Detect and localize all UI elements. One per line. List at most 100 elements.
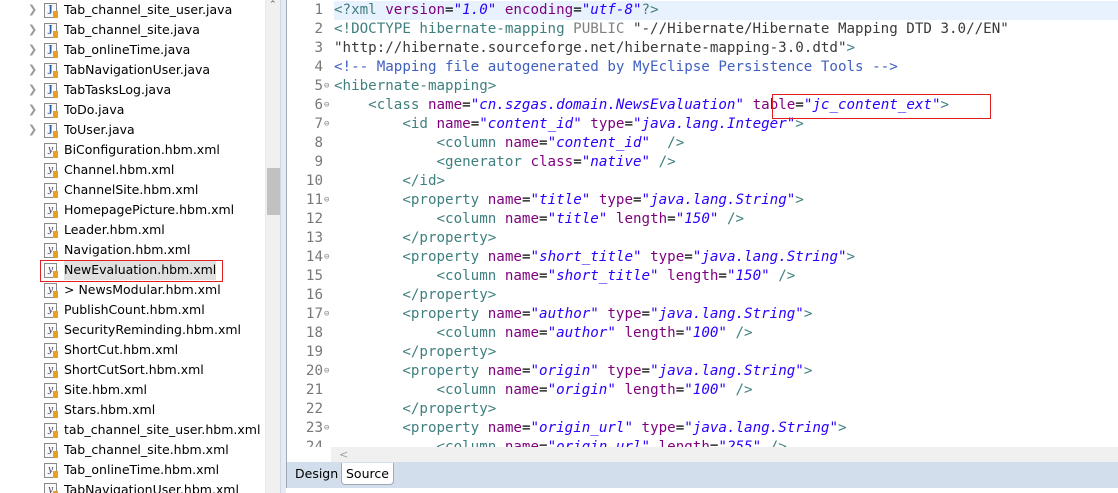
- line-number: 16: [305, 287, 323, 303]
- code-token-attr: encoding: [504, 2, 574, 18]
- tree-item[interactable]: y > NewsModular.hbm.xml: [0, 280, 265, 300]
- tree-item[interactable]: y Stars.hbm.xml: [0, 400, 265, 420]
- chevron-right-icon[interactable]: ❯: [28, 80, 37, 100]
- scroll-left-arrow-icon[interactable]: <: [339, 447, 348, 462]
- fold-toggle-icon[interactable]: ⊖: [324, 305, 329, 324]
- tree-item[interactable]: y ShortCut.hbm.xml: [0, 340, 265, 360]
- fold-toggle-icon[interactable]: ⊖: [324, 115, 329, 134]
- code-token-eq: =: [462, 97, 471, 113]
- tree-item[interactable]: y Tab_channel_site.hbm.xml: [0, 440, 265, 460]
- fold-toggle-icon[interactable]: ⊖: [324, 191, 329, 210]
- code-line[interactable]: 23 ⊖ <property name="origin_url" type="ja…: [287, 419, 1118, 438]
- code-line[interactable]: 8 <column name="content_id" />: [287, 134, 1118, 153]
- code-token-attr: name: [487, 192, 522, 208]
- tree-item[interactable]: y TabNavigationUser.hbm.xml: [0, 480, 265, 493]
- chevron-right-icon[interactable]: ❯: [28, 100, 37, 120]
- code-line[interactable]: 18 <column name="author" length="100" />: [287, 324, 1118, 343]
- tree-item[interactable]: ❯ J Tab_channel_site.java: [0, 20, 265, 40]
- tree-item[interactable]: y ChannelSite.hbm.xml: [0, 180, 265, 200]
- horizontal-scrollbar[interactable]: <: [331, 447, 1118, 462]
- tab-design[interactable]: Design: [291, 463, 342, 485]
- code-line[interactable]: 17 ⊖ <property name="author" type="java.l…: [287, 305, 1118, 324]
- fold-toggle-icon[interactable]: ⊖: [324, 248, 329, 267]
- code-line[interactable]: 2 <!DOCTYPE hibernate-mapping PUBLIC "-//…: [287, 20, 1118, 39]
- fold-toggle-icon[interactable]: ⊖: [324, 96, 329, 115]
- tree-item[interactable]: ❯ J Tab_channel_site_user.java: [0, 0, 265, 20]
- code-line[interactable]: 1 <?xml version="1.0" encoding="utf-8"?>: [287, 1, 1118, 20]
- code-line[interactable]: 16 </property>: [287, 286, 1118, 305]
- tree-item[interactable]: y SecurityReminding.hbm.xml: [0, 320, 265, 340]
- tree-item[interactable]: ❯ J TabNavigationUser.java: [0, 60, 265, 80]
- fold-toggle-icon[interactable]: ⊖: [324, 77, 329, 96]
- code-token-tag: />: [667, 135, 685, 151]
- tree-item[interactable]: y ShortCutSort.hbm.xml: [0, 360, 265, 380]
- code-line[interactable]: 4 <!-- Mapping file autogenerated by MyEc…: [287, 58, 1118, 77]
- tree-item[interactable]: y Leader.hbm.xml: [0, 220, 265, 240]
- chevron-right-icon[interactable]: ❯: [28, 20, 37, 40]
- code-line[interactable]: 6 ⊖ <class name="cn.szgas.domain.NewsEval…: [287, 96, 1118, 115]
- code-token-val: "title": [530, 192, 591, 208]
- code-token-tag: <column: [436, 135, 505, 151]
- code-token-val: "java.lang.String": [650, 306, 804, 322]
- sidebar-scrollbar[interactable]: ⌃: [265, 0, 280, 493]
- code-token-eq: =: [641, 363, 651, 379]
- code-line[interactable]: 24 <column name="origin_url" length="255…: [287, 438, 1118, 447]
- code-token-val: "origin_url": [530, 420, 633, 436]
- tree-item[interactable]: y BiConfiguration.hbm.xml: [0, 140, 265, 160]
- code-line[interactable]: 12 <column name="title" length="150" />: [287, 210, 1118, 229]
- code-line[interactable]: 15 <column name="short_title" length="15…: [287, 267, 1118, 286]
- line-number: 6: [314, 97, 323, 113]
- code-line[interactable]: 14 ⊖ <property name="short_title" type="j…: [287, 248, 1118, 267]
- code-line[interactable]: 21 <column name="origin" length="100" />: [287, 381, 1118, 400]
- code-token-eq: =: [445, 2, 454, 18]
- code-token-eq: =: [633, 192, 642, 208]
- line-number: 1: [314, 2, 323, 18]
- code-token-val: "author": [530, 306, 599, 322]
- code-line[interactable]: 9 <generator class="native" />: [287, 153, 1118, 172]
- tree-item[interactable]: y HomepagePicture.hbm.xml: [0, 200, 265, 220]
- line-number: 17: [305, 306, 323, 322]
- tree-item-label: Tab_onlineTime.hbm.xml: [64, 462, 220, 477]
- code-line[interactable]: 10 </id>: [287, 172, 1118, 191]
- scroll-up-arrow-icon[interactable]: ⌃: [269, 0, 277, 10]
- chevron-right-icon[interactable]: ❯: [28, 60, 37, 80]
- code-token-eq: =: [539, 211, 548, 227]
- chevron-right-icon[interactable]: ❯: [28, 40, 37, 60]
- sidebar-scrollbar-thumb[interactable]: [267, 168, 280, 215]
- code-token-tag: <property: [402, 192, 488, 208]
- tree-item[interactable]: y PublishCount.hbm.xml: [0, 300, 265, 320]
- tree-item[interactable]: y Navigation.hbm.xml: [0, 240, 265, 260]
- tree-item[interactable]: y tab_channel_site_user.hbm.xml: [0, 420, 265, 440]
- code-token-val: "content_id": [547, 135, 651, 151]
- tab-source[interactable]: Source: [341, 463, 394, 485]
- fold-toggle-icon[interactable]: ⊖: [324, 362, 329, 381]
- java-file-icon: J: [44, 23, 58, 38]
- tree-item[interactable]: y Site.hbm.xml: [0, 380, 265, 400]
- highlight-box-table-attribute: [772, 94, 991, 119]
- tree-item[interactable]: ❯ J Tab_onlineTime.java: [0, 40, 265, 60]
- tree-item[interactable]: y Channel.hbm.xml: [0, 160, 265, 180]
- code-line[interactable]: 13 </property>: [287, 229, 1118, 248]
- code-line[interactable]: 20 ⊖ <property name="origin" type="java.l…: [287, 362, 1118, 381]
- fold-toggle-icon[interactable]: ⊖: [324, 419, 329, 438]
- code-token-val: "java.lang.Integer": [633, 116, 796, 132]
- code-line[interactable]: 22 </property>: [287, 400, 1118, 419]
- code-line[interactable]: 19 </property>: [287, 343, 1118, 362]
- code-area[interactable]: 1 <?xml version="1.0" encoding="utf-8"?> 2…: [287, 0, 1118, 447]
- code-line[interactable]: 5 ⊖ <hibernate-mapping>: [287, 77, 1118, 96]
- code-line[interactable]: 7 ⊖ <id name="content_id" type="java.lang…: [287, 115, 1118, 134]
- tree-item[interactable]: ❯ J ToUser.java: [0, 120, 265, 140]
- code-line[interactable]: 11 ⊖ <property name="title" type="java.la…: [287, 191, 1118, 210]
- code-line[interactable]: 3 "http://hibernate.sourceforge.net/hiber…: [287, 39, 1118, 58]
- chevron-right-icon[interactable]: ❯: [28, 0, 37, 20]
- tree-item[interactable]: ❯ J ToDo.java: [0, 100, 265, 120]
- tree-item[interactable]: y Tab_onlineTime.hbm.xml: [0, 460, 265, 480]
- chevron-right-icon[interactable]: ❯: [28, 120, 37, 140]
- tree-item[interactable]: ❯ J TabTasksLog.java: [0, 80, 265, 100]
